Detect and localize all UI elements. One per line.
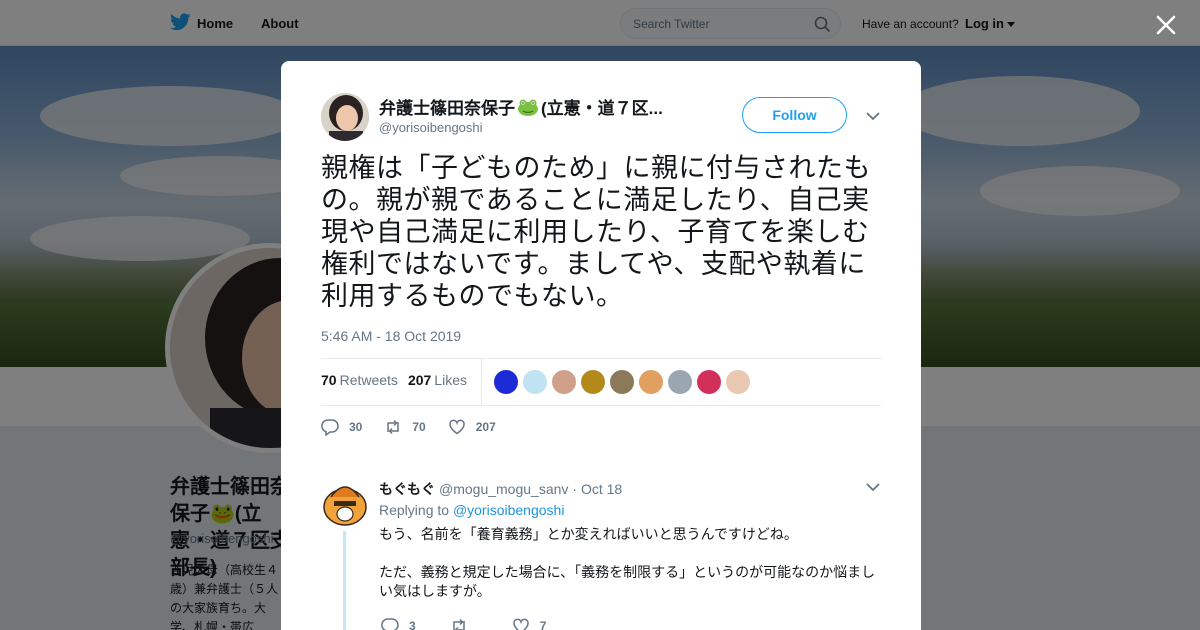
reply-actions: 3 7 [381, 617, 580, 630]
reply-header: もぐもぐ @mogu_mogu_sanv · Oct 18 [379, 479, 622, 499]
reply-author-handle[interactable]: @mogu_mogu_sanv [439, 481, 568, 497]
heart-icon [448, 419, 465, 435]
heart-icon [512, 618, 529, 630]
author-avatar[interactable] [321, 93, 369, 141]
author-handle[interactable]: @yorisoibengoshi [379, 120, 483, 135]
divider [321, 358, 881, 359]
liker-avatar[interactable] [639, 370, 663, 394]
retweet-action[interactable] [450, 617, 478, 630]
thread-line [343, 531, 346, 630]
liker-avatar[interactable] [581, 370, 605, 394]
likes-stat[interactable]: 207 Likes [408, 372, 467, 388]
replying-to-link[interactable]: @yorisoibengoshi [453, 502, 565, 518]
liker-avatar[interactable] [610, 370, 634, 394]
author-name[interactable]: 弁護士篠田奈保子 (立憲・道７区... [379, 94, 699, 119]
retweet-icon [452, 618, 465, 630]
reply-text: もう、名前を「養育義務」とか変えればいいと思うんですけどね。 ただ、義務と規定し… [379, 526, 879, 602]
like-action[interactable]: 207 [448, 418, 496, 436]
liker-avatar[interactable] [668, 370, 692, 394]
tweet-timestamp[interactable]: 5:46 AM - 18 Oct 2019 [321, 328, 461, 344]
tweet-modal: 弁護士篠田奈保子 (立憲・道７区... @yorisoibengoshi Fol… [281, 61, 921, 630]
reply-text-line: ただ、義務と規定した場合に、「義務を制限する」というのが可能なのか悩ましい気はし… [379, 565, 876, 600]
author-name-suffix: (立憲・道７区... [541, 99, 663, 118]
liker-avatars [494, 370, 750, 394]
reply-author-name[interactable]: もぐもぐ [379, 479, 435, 499]
reply-text-line: もう、名前を「養育義務」とか変えればいいと思うんですけどね。 [379, 527, 798, 543]
liker-avatar[interactable] [552, 370, 576, 394]
follow-button[interactable]: Follow [742, 97, 847, 133]
author-name-text: 弁護士篠田奈保子 [379, 99, 515, 118]
retweet-action[interactable]: 70 [384, 418, 426, 436]
divider [321, 405, 881, 406]
liker-avatar[interactable] [523, 370, 547, 394]
reply-date[interactable]: · Oct 18 [572, 481, 622, 497]
replying-to: Replying to @yorisoibengoshi [379, 502, 565, 518]
liker-avatar[interactable] [697, 370, 721, 394]
retweet-icon [387, 419, 400, 435]
tweet-stats: 70 Retweets 207 Likes [321, 372, 467, 388]
liker-avatar[interactable] [494, 370, 518, 394]
chevron-down-icon[interactable] [866, 111, 880, 121]
divider [481, 359, 482, 405]
tweet-text: 親権は「子どものため」に親に付与されたもの。親が親であることに満足したり、自己実… [321, 153, 871, 312]
like-action[interactable]: 7 [512, 617, 546, 630]
liker-avatar[interactable] [726, 370, 750, 394]
frog-emoji-icon [518, 99, 538, 116]
tweet-actions: 30 70 207 [321, 418, 518, 436]
reply-action[interactable]: 3 [381, 617, 416, 630]
retweets-stat[interactable]: 70 Retweets [321, 372, 398, 388]
reply-action[interactable]: 30 [321, 418, 362, 436]
reply-author-avatar[interactable] [321, 479, 369, 527]
chevron-down-icon[interactable] [866, 482, 880, 492]
close-icon[interactable] [1153, 12, 1179, 38]
reply-icon [381, 618, 399, 630]
reply-icon [321, 419, 339, 436]
